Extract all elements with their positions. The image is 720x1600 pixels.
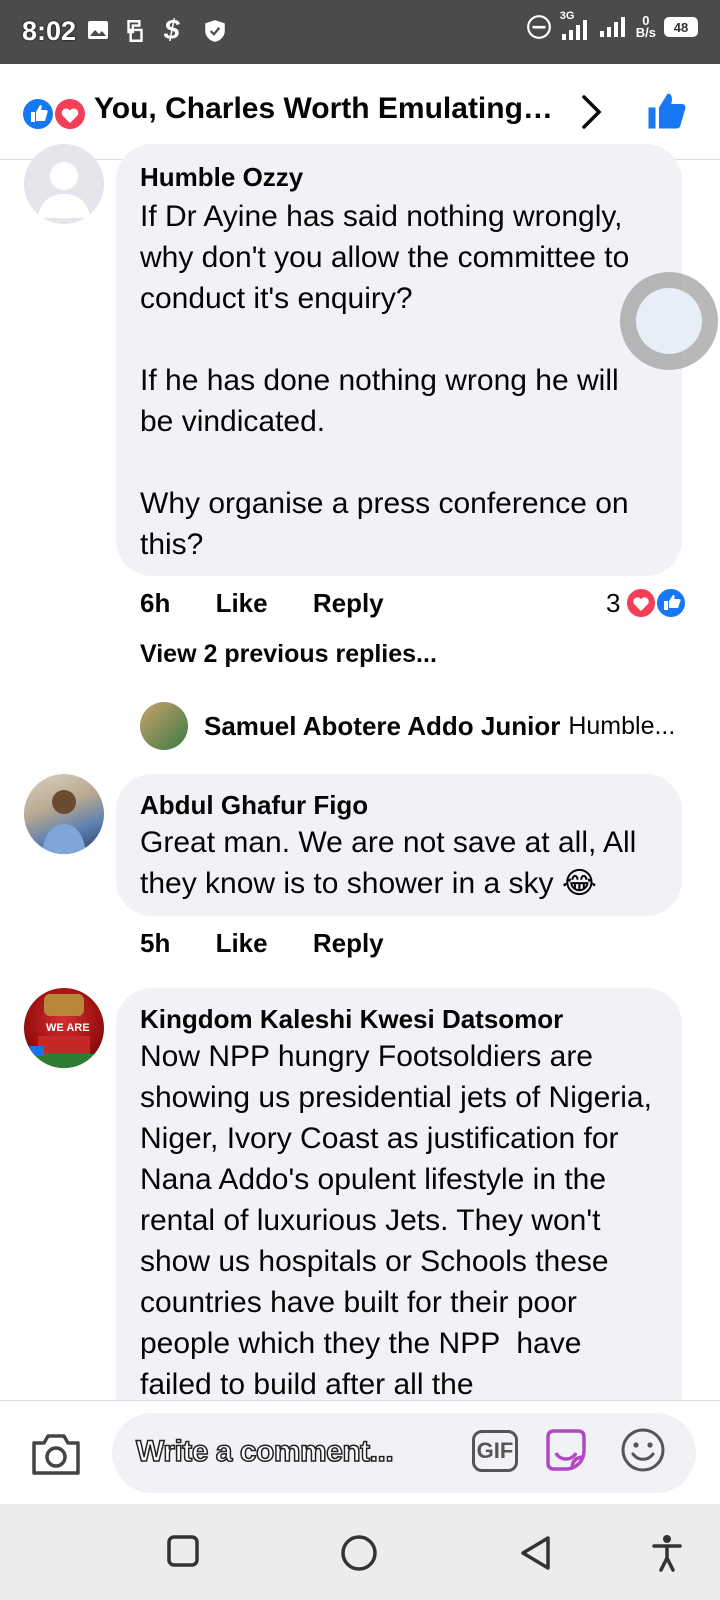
emoji-icon[interactable] xyxy=(620,1427,666,1473)
profile-photo xyxy=(42,790,86,854)
like-reaction-icon xyxy=(22,97,55,131)
home-icon[interactable] xyxy=(340,1534,378,1572)
default-avatar-icon xyxy=(38,162,90,218)
thumbs-up-icon[interactable] xyxy=(645,90,687,132)
comment-bubble[interactable]: Abdul Ghafur Figo Great man. We are not … xyxy=(116,774,682,916)
comment-text: If Dr Ayine has said nothing wrongly, wh… xyxy=(140,200,630,561)
comment-actions: 6h Like Reply xyxy=(140,588,422,619)
chevron-right-icon[interactable] xyxy=(580,94,604,130)
comment-text: Now NPP hungry Footsoldiers are showing … xyxy=(140,1040,661,1401)
signal-3g-icon: 3G xyxy=(560,10,590,40)
reactions-summary[interactable]: You, Charles Worth Emulating ... xyxy=(94,92,554,126)
back-icon[interactable] xyxy=(518,1534,552,1572)
gallery-icon xyxy=(88,21,108,39)
comment-time: 5h xyxy=(140,928,171,958)
like-button[interactable]: Like xyxy=(216,928,268,958)
comment-actions: 5h Like Reply xyxy=(140,928,422,959)
avatar-humble-ozzy[interactable] xyxy=(24,144,104,224)
do-not-disturb-icon xyxy=(526,15,551,39)
recent-apps-icon[interactable] xyxy=(166,1534,200,1568)
touch-indicator xyxy=(620,272,718,370)
comment-bubble[interactable]: Kingdom Kaleshi Kwesi Datsomor Now NPP h… xyxy=(116,988,682,1428)
comment-author[interactable]: Abdul Ghafur Figo xyxy=(140,788,658,822)
reaction-icons xyxy=(22,97,87,131)
reply-button[interactable]: Reply xyxy=(313,588,384,618)
love-like-reaction-icons xyxy=(625,587,688,619)
system-nav-bar xyxy=(0,1504,720,1600)
battery-icon: 48 xyxy=(664,17,698,37)
reply-preview[interactable]: Samuel Abotere Addo Junior Humble... xyxy=(140,702,680,750)
camera-icon[interactable] xyxy=(30,1431,82,1477)
sync-icon xyxy=(127,20,143,42)
comment-bubble[interactable]: Humble Ozzy If Dr Ayine has said nothing… xyxy=(116,144,682,576)
avatar-samuel xyxy=(140,702,188,750)
comment-placeholder[interactable]: Write a comment... xyxy=(135,1434,394,1469)
like-button[interactable]: Like xyxy=(216,588,268,618)
avatar-kingdom[interactable]: WE ARE xyxy=(24,988,104,1068)
comment-author[interactable]: Kingdom Kaleshi Kwesi Datsomor xyxy=(140,1002,658,1036)
sticker-icon[interactable] xyxy=(542,1427,590,1475)
clock: 8:02 xyxy=(22,16,77,46)
reply-button[interactable]: Reply xyxy=(313,928,384,958)
gif-button[interactable]: GIF xyxy=(472,1430,518,1472)
reply-author: Samuel Abotere Addo Junior xyxy=(204,710,561,741)
avatar-text: WE ARE xyxy=(46,1022,90,1034)
reaction-count: 3 xyxy=(606,587,621,618)
signal-icon xyxy=(599,17,625,37)
reply-text: Humble... xyxy=(568,711,676,740)
money-icon: $ xyxy=(164,14,180,45)
comment-input[interactable]: Write a comment... GIF xyxy=(112,1413,696,1493)
speed-unit: B/s xyxy=(635,25,656,40)
network-speed: 0 B/s xyxy=(635,14,656,40)
comment-composer: Write a comment... GIF xyxy=(0,1400,720,1504)
love-reaction-icon xyxy=(53,97,87,131)
view-previous-replies[interactable]: View 2 previous replies... xyxy=(140,640,437,669)
comment-text: Great man. We are not save at all, All t… xyxy=(140,826,645,900)
status-bar: 8:02 $ 3G 0 B/s 48 xyxy=(0,0,720,64)
comment-time: 6h xyxy=(140,588,171,618)
avatar-abdul[interactable] xyxy=(24,774,104,854)
shield-icon xyxy=(205,20,225,42)
comment-author[interactable]: Humble Ozzy xyxy=(140,160,658,194)
accessibility-icon[interactable] xyxy=(652,1534,682,1572)
comment-reactions[interactable]: 3 xyxy=(606,586,690,620)
